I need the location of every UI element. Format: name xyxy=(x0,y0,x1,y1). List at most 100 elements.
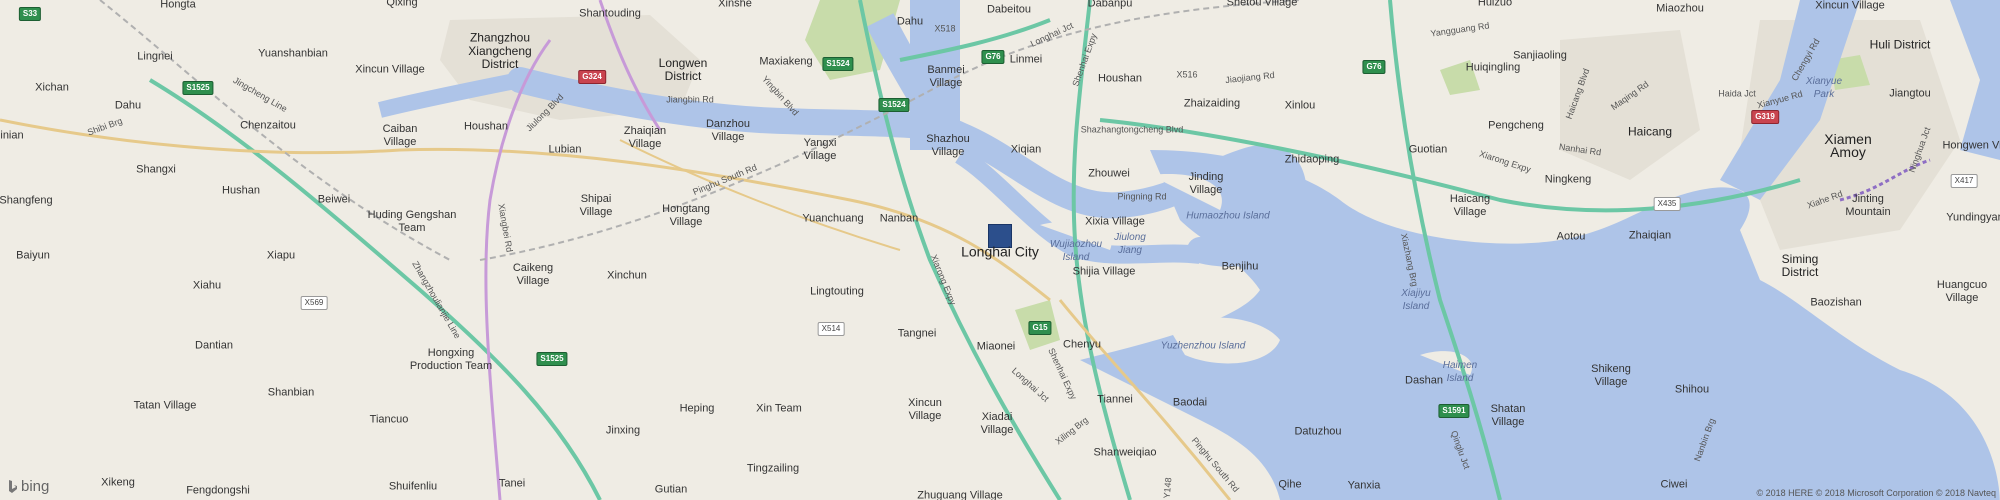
road-x516: X516 xyxy=(1176,69,1198,80)
shield-g324: G324 xyxy=(578,70,606,84)
place-xincun-w: Xincun Village xyxy=(355,63,425,76)
place-dantian: Dantian xyxy=(195,339,233,352)
place-houshan-ne: Houshan xyxy=(1097,72,1143,85)
place-xiamen: Xiamen Amoy xyxy=(1824,131,1872,160)
place-xincun-s: Xincun Village xyxy=(908,397,942,422)
place-datuzhou: Datuzhou xyxy=(1294,425,1342,438)
place-yuanchuang: Yuanchuang xyxy=(802,212,864,225)
copyright-text: © 2018 HERE © 2018 Microsoft Corporation… xyxy=(1756,488,1996,498)
place-shijia: Shijia Village xyxy=(1072,265,1136,278)
road-jiangbin: Jiangbin Rd xyxy=(666,94,714,105)
place-xincun-ne: Xincun Village xyxy=(1815,0,1885,12)
place-miaozhou: Miaozhou xyxy=(1656,2,1704,15)
place-hushan: Hushan xyxy=(222,184,260,197)
place-huli: Huli District xyxy=(1869,37,1931,52)
road-shazhangtong: Shazhangtongcheng Blvd xyxy=(1080,124,1184,135)
bing-logo-text: bing xyxy=(21,478,50,495)
place-caiban: Caiban Village xyxy=(382,123,418,148)
place-jinding: Jinding Village xyxy=(1188,171,1224,196)
water-xianyue-park: Xianyue Park xyxy=(1805,76,1843,100)
place-qixing: Qixing xyxy=(386,0,418,9)
place-inian: inian xyxy=(0,129,24,142)
place-haicang-village: Haicang Village xyxy=(1449,193,1491,218)
place-xiadai: Xiadai Village xyxy=(980,411,1014,436)
place-jiangtou: Jiangtou xyxy=(1889,87,1931,100)
place-ciwei: Ciwei xyxy=(1660,478,1688,491)
place-linmei: Linmei xyxy=(1009,53,1043,66)
road-haida: Haida Jct xyxy=(1718,88,1756,99)
place-tatan: Tatan Village xyxy=(133,399,197,412)
place-zhidaoping: Zhidaoping xyxy=(1284,153,1340,166)
place-chenyu: Chenyu xyxy=(1063,338,1101,351)
place-zhaizaiding: Zhaizaiding xyxy=(1183,97,1241,110)
shield-s1591: S1591 xyxy=(1438,404,1470,418)
water-haimen: Haimen Island xyxy=(1442,360,1478,384)
place-shantouding: Shantouding xyxy=(579,7,641,20)
bing-logo[interactable]: bing xyxy=(8,478,49,495)
place-dabeitou: Dabeitou xyxy=(986,3,1032,16)
place-siming: Siming District xyxy=(1781,252,1819,279)
place-danzhou: Danzhou Village xyxy=(705,118,751,143)
place-xin-team: Xin Team xyxy=(756,402,802,415)
place-xinchun: Xinchun xyxy=(607,269,647,282)
place-zhuguang: Zhuguang Village xyxy=(917,489,1003,500)
place-tangnei: Tangnei xyxy=(897,327,937,340)
place-dahu-w: Dahu xyxy=(114,99,142,112)
shield-x435: X435 xyxy=(1653,197,1681,211)
water-humaozhou: Humaozhou Island xyxy=(1186,210,1270,222)
place-yuanshanbian: Yuanshanbian xyxy=(258,47,328,60)
place-huangcuo: Huangcuo Village xyxy=(1936,279,1988,304)
shield-s1525b: S1525 xyxy=(536,352,568,366)
place-nanban: Nanban xyxy=(879,212,919,225)
place-dabanpu: Dabanpu xyxy=(1087,0,1133,10)
place-longwen: Longwen District xyxy=(658,56,708,83)
shield-g76b: G76 xyxy=(1362,60,1386,74)
place-hongtang: Hongtang Village xyxy=(662,203,710,228)
place-zhouwei: Zhouwei xyxy=(1088,167,1130,180)
place-yangxi: Yangxi Village xyxy=(803,137,837,162)
place-chenzaitou: Chenzaitou xyxy=(240,119,296,132)
map-canvas[interactable]: Hongta Qixing Shantouding Xinshe Dahu Da… xyxy=(0,0,2000,500)
place-xinshe: Xinshe xyxy=(718,0,752,10)
place-shangxi: Shangxi xyxy=(136,163,176,176)
place-miaonei: Miaonei xyxy=(976,340,1016,353)
place-xikeng: Xikeng xyxy=(101,476,135,489)
place-baozishan: Baozishan xyxy=(1810,296,1862,309)
place-zhaiqian-e: Zhaiqian xyxy=(1628,229,1672,242)
place-aotou: Aotou xyxy=(1556,230,1586,243)
shield-x514: X514 xyxy=(817,322,845,336)
place-zhaiqian: Zhaiqian Village xyxy=(623,125,667,150)
place-sanjiaoling: Sanjiaoling xyxy=(1513,49,1567,62)
road-pingning: Pingning Rd xyxy=(1117,191,1167,202)
place-baiyun: Baiyun xyxy=(16,249,50,262)
place-yundingyan: Yundingyan xyxy=(1946,211,2000,224)
bing-icon xyxy=(8,479,18,494)
shield-g15: G15 xyxy=(1028,321,1052,335)
place-ningkeng: Ningkeng xyxy=(1544,173,1592,186)
place-shazhou: Shazhou Village xyxy=(926,133,970,158)
shield-s33: S33 xyxy=(18,7,42,21)
water-yuzhenzhou: Yuzhenzhou Island xyxy=(1160,340,1246,352)
place-lubian: Lubian xyxy=(548,143,582,156)
place-pengcheng: Pengcheng xyxy=(1488,119,1544,132)
place-benjihu: Benjihu xyxy=(1221,260,1259,273)
place-tiancuo: Tiancuo xyxy=(369,413,409,426)
place-shipai: Shipai Village xyxy=(579,193,613,218)
place-hongta: Hongta xyxy=(160,0,196,11)
place-tiannei: Tiannei xyxy=(1097,393,1133,406)
place-xiapu: Xiapu xyxy=(266,249,296,262)
shield-g76a: G76 xyxy=(981,50,1005,64)
place-xixia: Xixia Village xyxy=(1085,215,1145,228)
shield-s1524b: S1524 xyxy=(878,98,910,112)
place-gutian: Gutian xyxy=(654,483,688,496)
shield-x417: X417 xyxy=(1950,174,1978,188)
place-lingnei: Lingnei xyxy=(137,50,173,63)
place-huizuo: Huizuo xyxy=(1477,0,1513,9)
place-guotian: Guotian xyxy=(1408,143,1448,156)
place-banmei: Banmei Village xyxy=(927,64,965,89)
water-xiajiyu: Xiajiyu Island xyxy=(1401,288,1431,312)
place-hongxing: Hongxing Production Team xyxy=(409,347,493,372)
place-xinlou: Xinlou xyxy=(1284,99,1316,112)
place-shanweiqiao: Shanweiqiao xyxy=(1093,446,1157,459)
shield-s1525a: S1525 xyxy=(182,81,214,95)
